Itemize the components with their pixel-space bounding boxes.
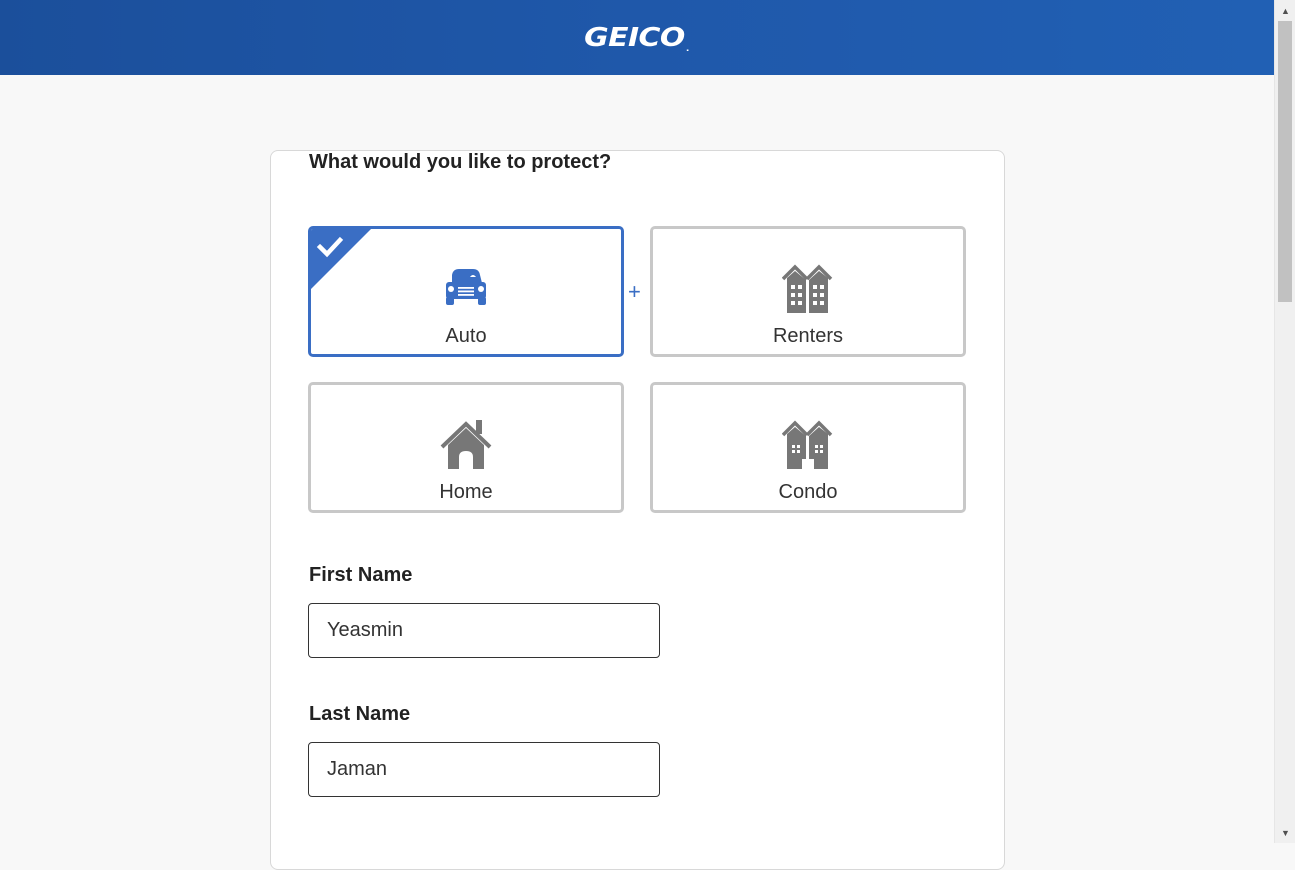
product-tile-auto[interactable]: Auto	[308, 226, 624, 357]
condo-building-icon	[782, 420, 833, 469]
scroll-thumb[interactable]	[1278, 21, 1292, 302]
selected-check-icon	[311, 229, 371, 289]
tile-label-auto: Auto	[445, 325, 487, 347]
first-name-label: First Name	[309, 564, 413, 586]
logo-text: GEICO	[584, 22, 686, 53]
scroll-down-arrow-icon[interactable]: ▼	[1275, 824, 1295, 841]
scroll-up-arrow-icon[interactable]: ▲	[1275, 2, 1295, 19]
logo-registered-mark: .	[686, 43, 690, 53]
site-header: GEICO.	[0, 0, 1274, 75]
apartment-building-icon	[782, 264, 833, 313]
question-heading: What would you like to protect?	[309, 151, 612, 173]
product-tile-condo[interactable]: Condo	[650, 382, 966, 513]
geico-logo[interactable]: GEICO.	[585, 23, 690, 53]
tile-label-renters: Renters	[772, 325, 844, 347]
first-name-input[interactable]	[308, 603, 660, 658]
bundle-plus-sign: +	[628, 279, 641, 304]
tile-label-condo: Condo	[778, 481, 838, 503]
tile-label-home: Home	[439, 481, 493, 503]
product-tile-home[interactable]: Home	[308, 382, 624, 513]
last-name-label: Last Name	[309, 703, 411, 725]
house-icon	[440, 420, 492, 469]
car-icon	[446, 269, 486, 305]
page-scrollbar[interactable]: ▲ ▼	[1274, 0, 1295, 843]
last-name-input[interactable]	[308, 742, 660, 797]
product-tile-renters[interactable]: Renters	[650, 226, 966, 357]
